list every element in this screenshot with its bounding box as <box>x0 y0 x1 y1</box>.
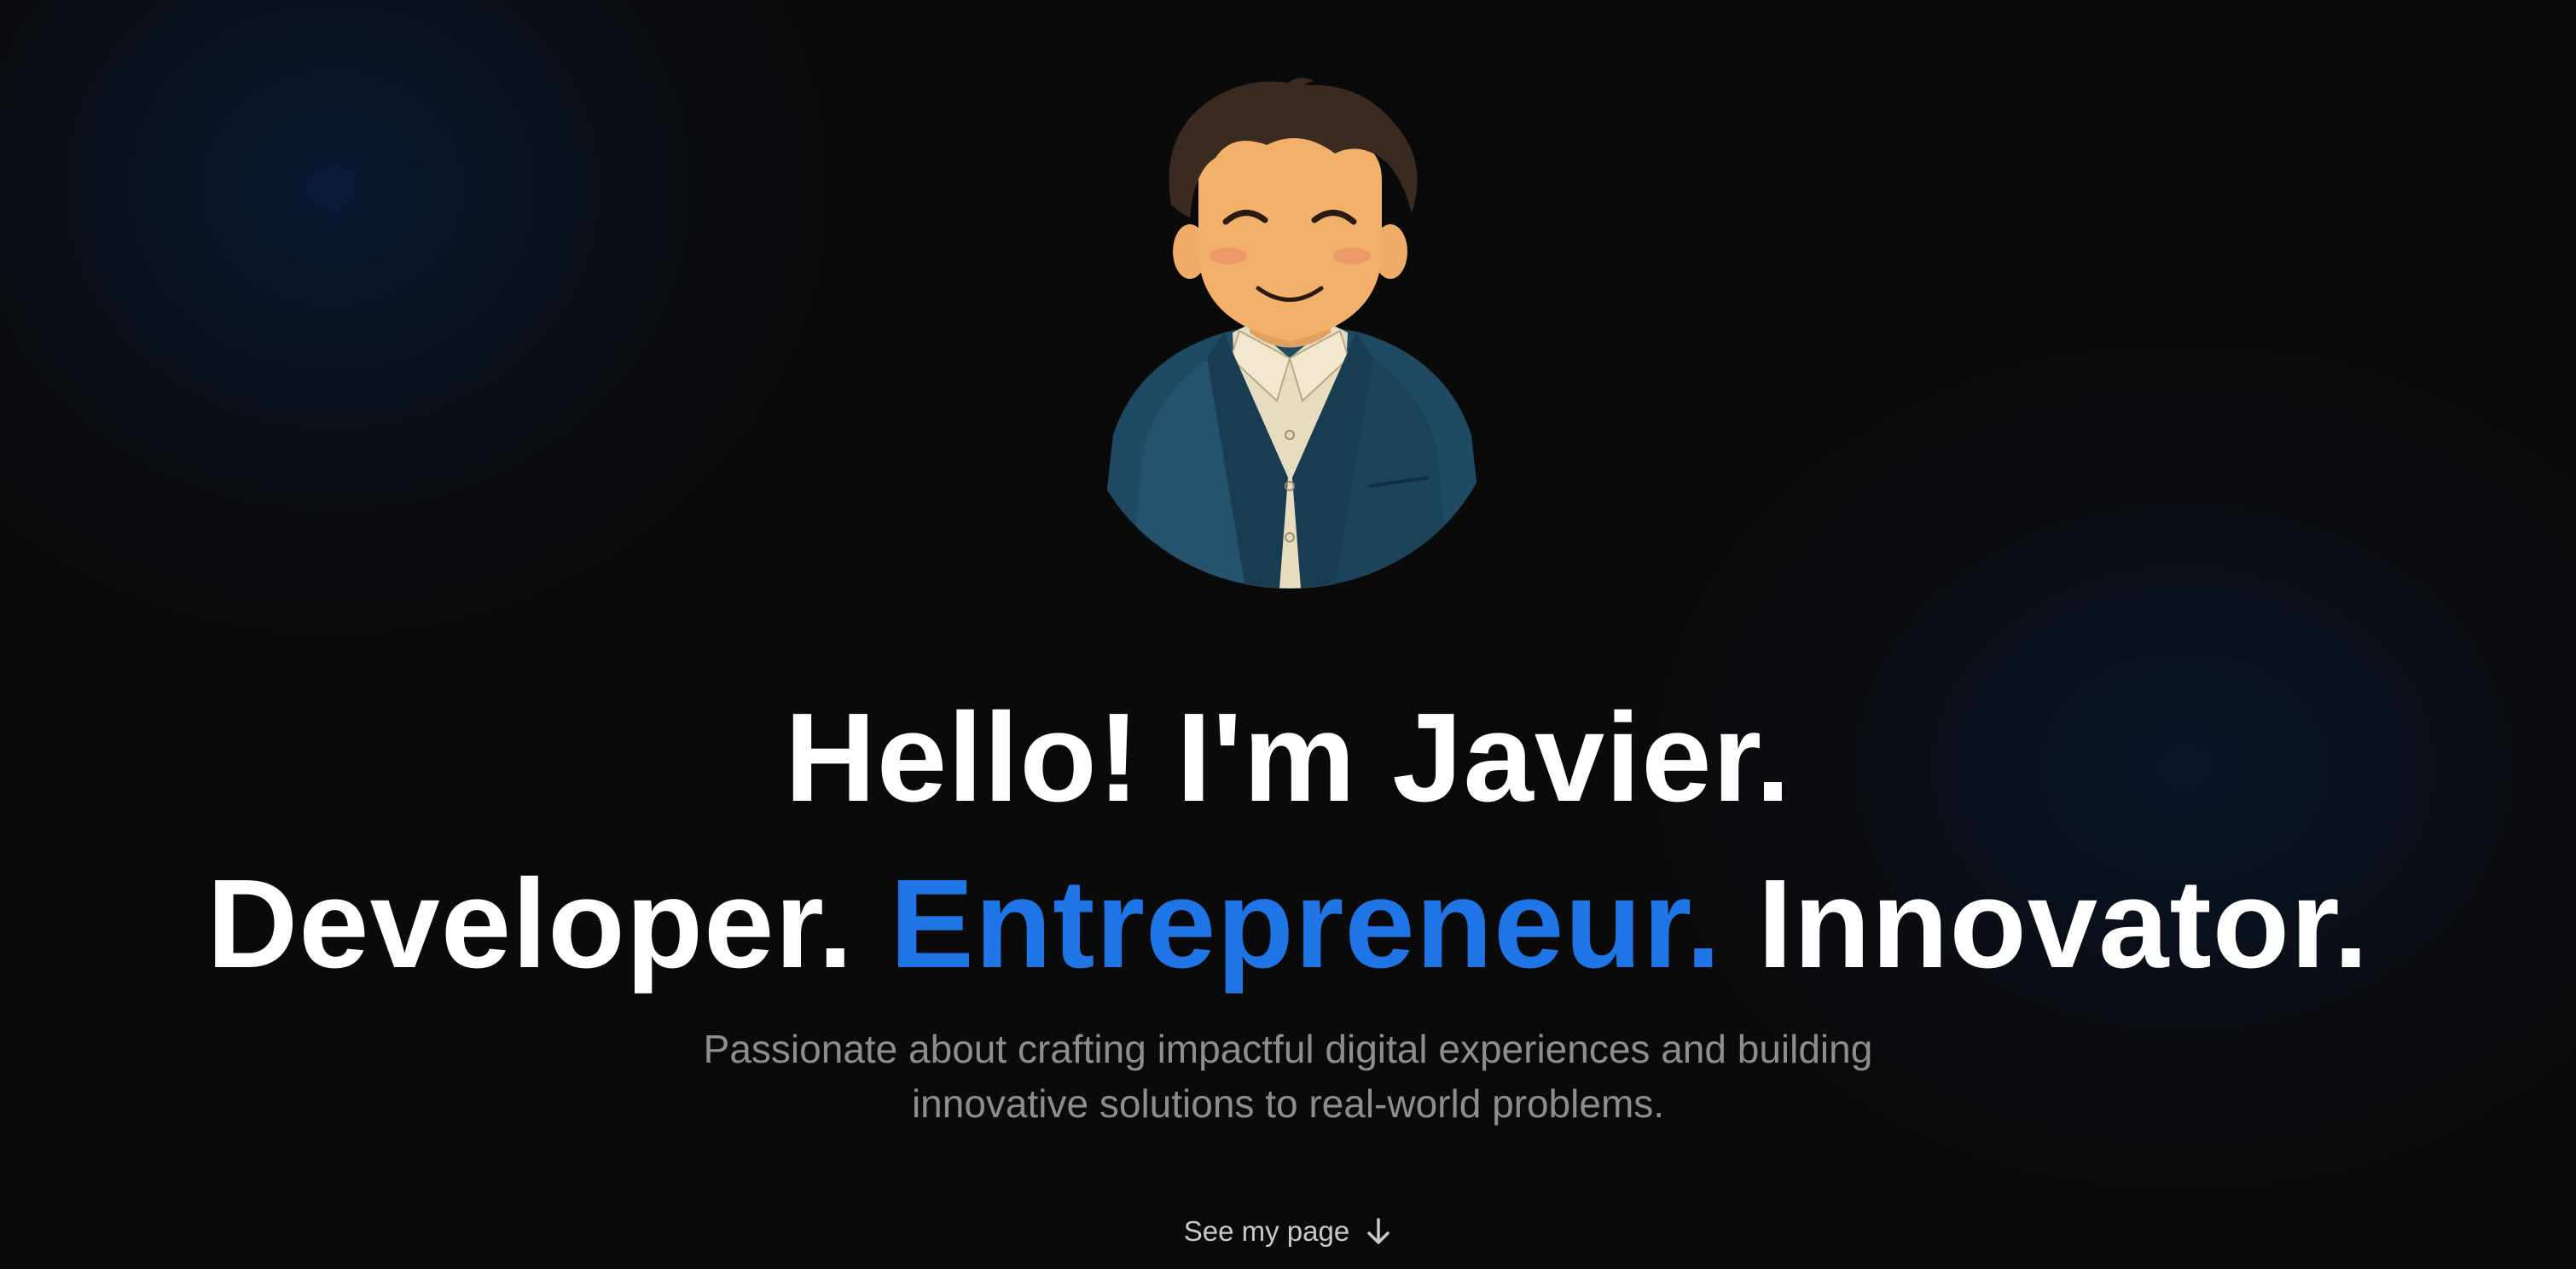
hero-subtitle: Passionate about crafting impactful digi… <box>0 1022 2576 1131</box>
hero-section: Hello! I'm Javier. Developer. Entreprene… <box>0 0 2576 1269</box>
headline-roles: Developer. Entrepreneur. Innovator. <box>0 861 2576 988</box>
role-innovator: Innovator. <box>1757 854 2370 994</box>
see-my-page-link[interactable]: See my page <box>0 1211 2576 1252</box>
headline-greeting: Hello! I'm Javier. <box>784 687 1792 828</box>
subtitle-line-2: innovative solutions to real-world probl… <box>911 1081 1665 1126</box>
avatar-illustration <box>1096 78 1488 588</box>
subtitle-line-1: Passionate about crafting impactful digi… <box>703 1027 1873 1071</box>
see-my-page-label: See my page <box>1183 1215 1350 1247</box>
avatar <box>1079 77 1501 588</box>
role-developer: Developer. <box>206 854 854 994</box>
role-entrepreneur: Entrepreneur. <box>890 854 1722 994</box>
arrow-down-icon <box>1367 1218 1390 1244</box>
